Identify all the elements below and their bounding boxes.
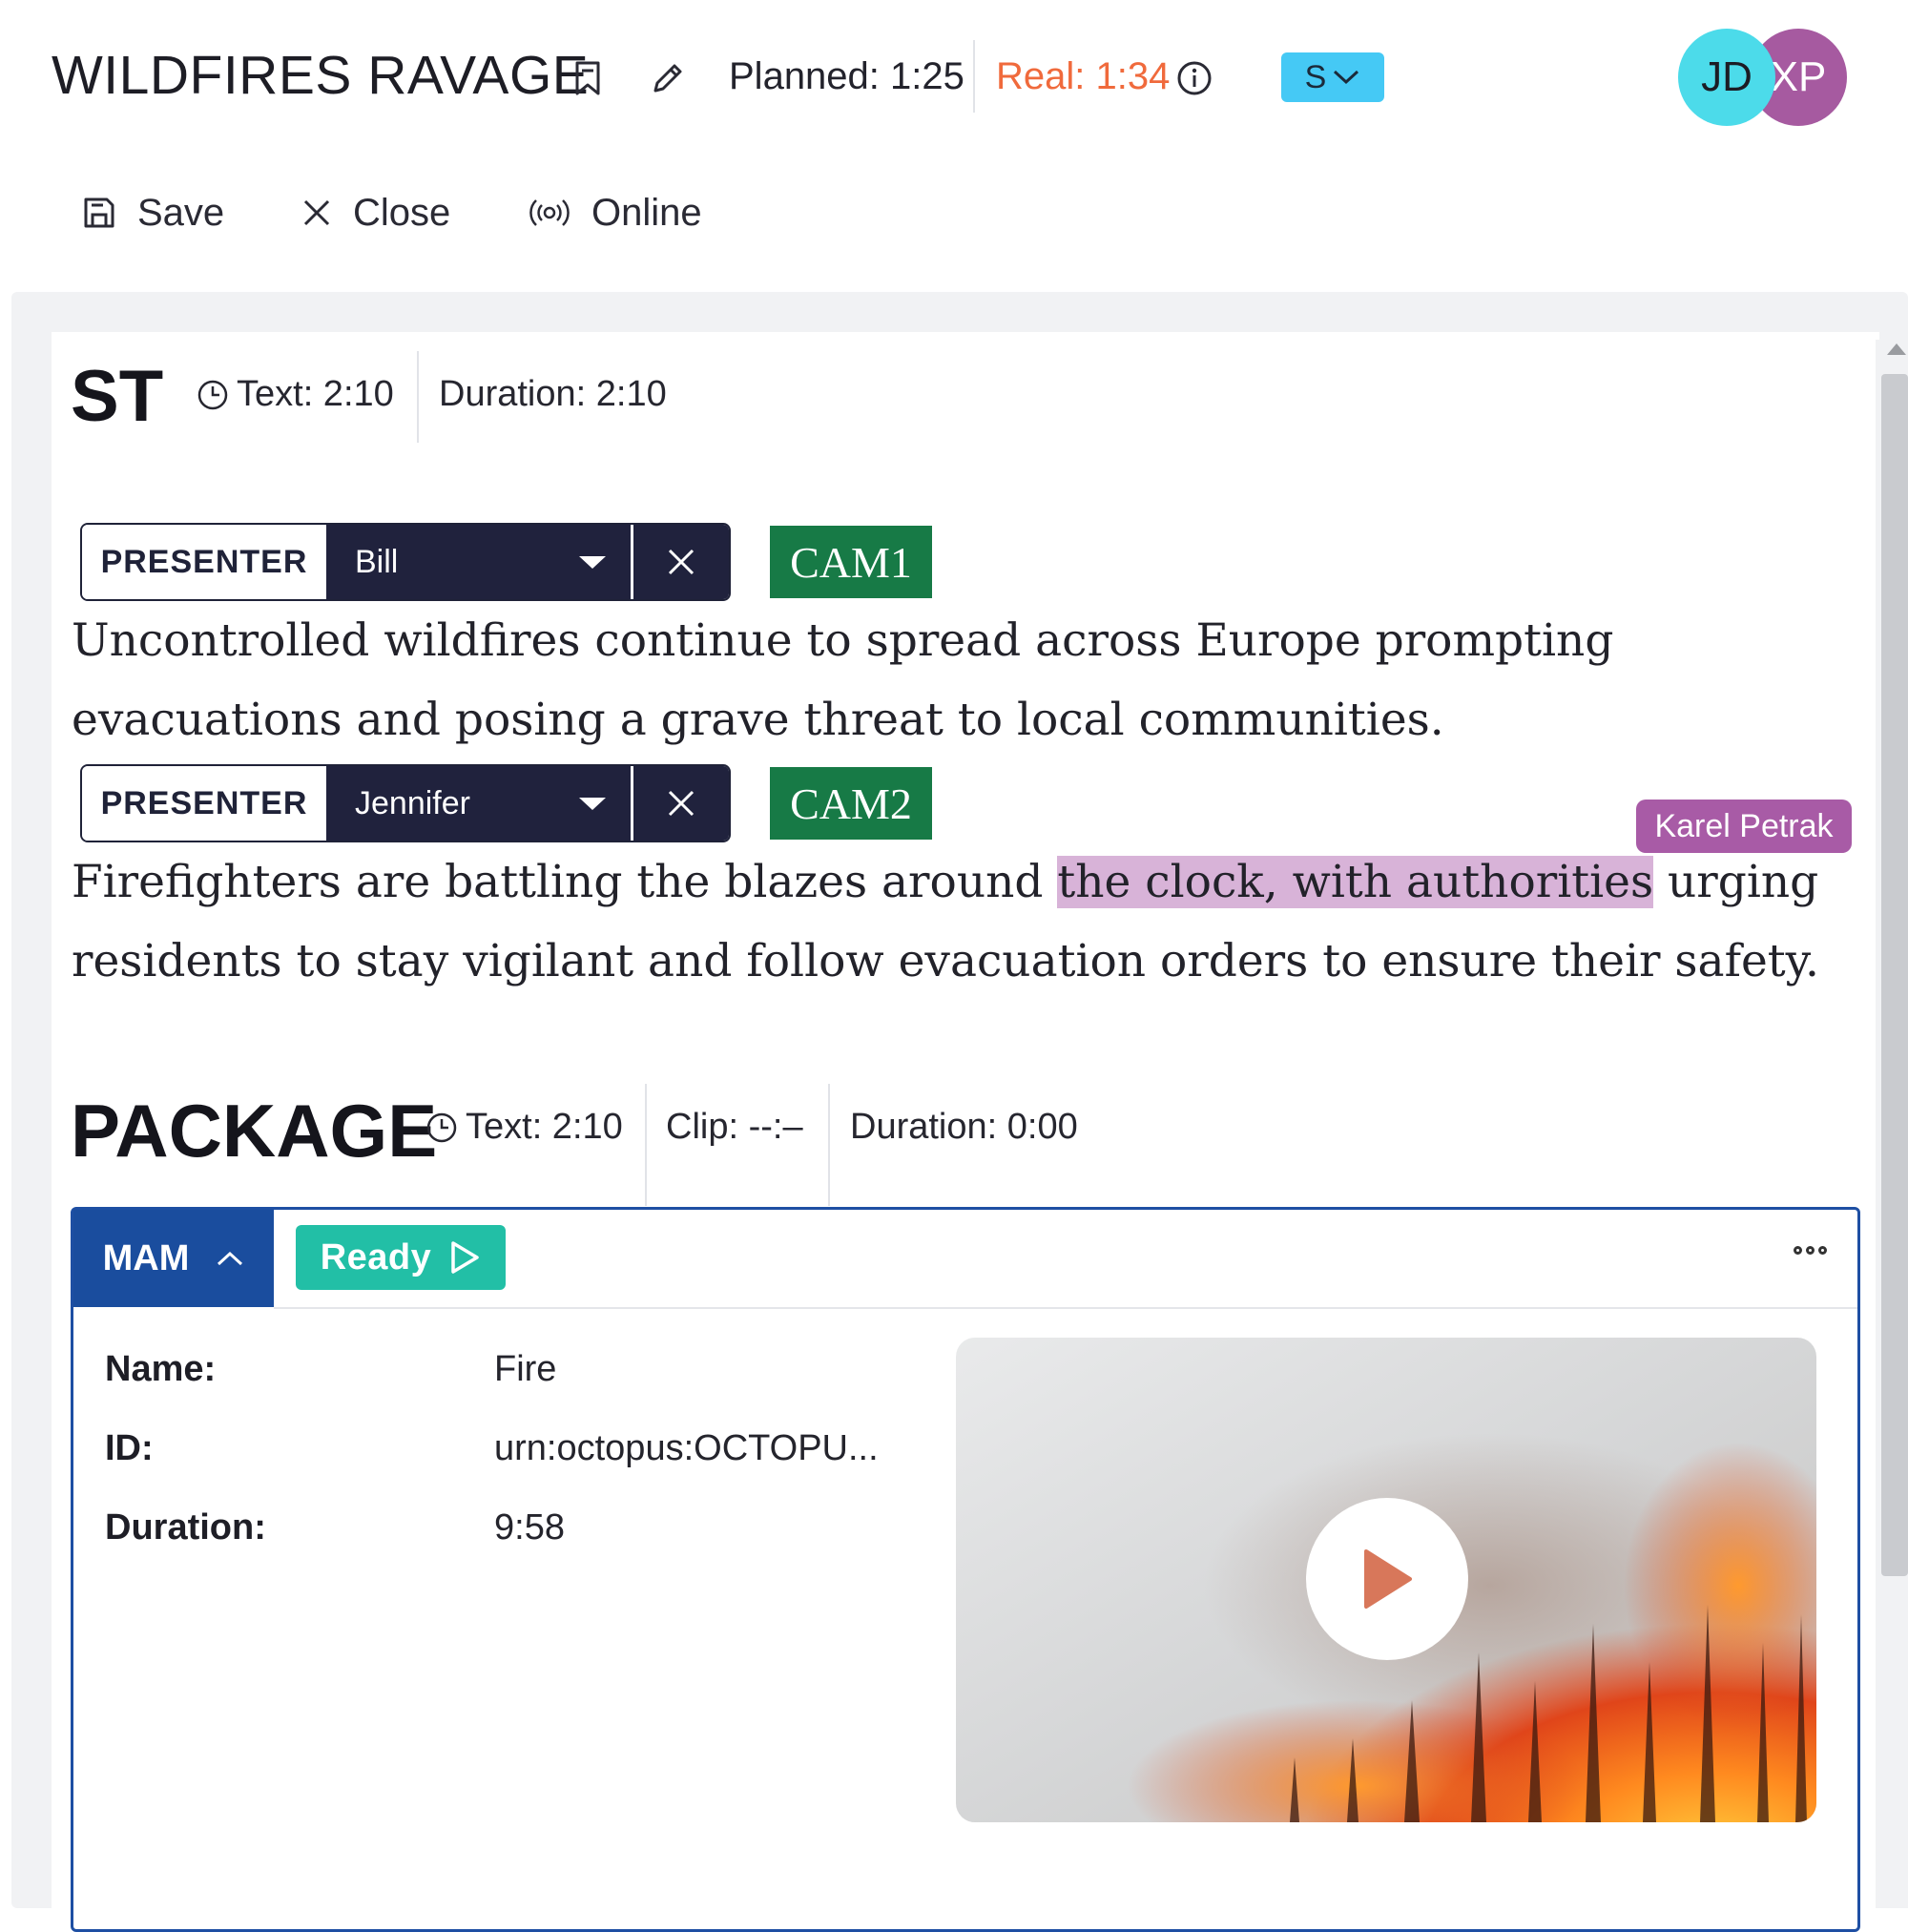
camera-tag-1[interactable]: CAM1 bbox=[770, 526, 932, 598]
mam-id-value: urn:octopus:OCTOPU... bbox=[494, 1428, 879, 1468]
status-dropdown-label: S bbox=[1304, 58, 1327, 95]
script-line[interactable]: residents to stay vigilant and follow ev… bbox=[72, 922, 1819, 1001]
clock-icon bbox=[197, 380, 228, 409]
package-meta-divider bbox=[645, 1084, 647, 1206]
mam-id-label: ID: bbox=[105, 1428, 154, 1468]
scroll-up-arrow[interactable] bbox=[1887, 343, 1906, 355]
avatar-jd[interactable]: JD bbox=[1678, 29, 1775, 126]
save-icon bbox=[84, 197, 114, 228]
chevron-down-icon bbox=[1334, 70, 1359, 85]
save-label: Save bbox=[137, 191, 225, 234]
script-line[interactable]: Uncontrolled wildfires continue to sprea… bbox=[72, 601, 1613, 680]
status-dropdown[interactable]: S bbox=[1281, 52, 1384, 102]
scrollbar-thumb[interactable] bbox=[1881, 374, 1908, 1576]
play-outline-icon bbox=[451, 1241, 480, 1274]
mam-name-value: Fire bbox=[494, 1349, 557, 1389]
clock-icon bbox=[426, 1112, 457, 1142]
ready-status-button[interactable]: Ready bbox=[296, 1225, 506, 1290]
play-video-button[interactable] bbox=[1306, 1498, 1468, 1660]
mam-tab-label: MAM bbox=[102, 1237, 190, 1278]
play-icon bbox=[1364, 1549, 1412, 1609]
package-text-time: Text: 2:10 bbox=[425, 1107, 623, 1148]
mam-name-label: Name: bbox=[105, 1349, 217, 1389]
presenter-selector-2[interactable]: PRESENTER Jennifer bbox=[80, 764, 731, 842]
script-line[interactable]: Firefighters are battling the blazes aro… bbox=[72, 842, 1818, 922]
chevron-up-icon bbox=[218, 1251, 243, 1266]
presenter-name: Bill bbox=[355, 543, 399, 580]
st-duration: Duration: 2:10 bbox=[439, 374, 667, 414]
presenter-selector-1[interactable]: PRESENTER Bill bbox=[80, 523, 731, 601]
bookmark-icon[interactable] bbox=[565, 55, 611, 101]
script-line[interactable]: evacuations and posing a grave threat to… bbox=[72, 680, 1444, 759]
close-label: Close bbox=[353, 191, 451, 234]
remove-presenter-button[interactable] bbox=[633, 766, 729, 841]
st-section-title: ST bbox=[71, 356, 164, 437]
broadcast-icon bbox=[529, 199, 570, 226]
story-title: WILDFIRES RAVAGE bbox=[52, 45, 590, 106]
presenter-role-label: PRESENTER bbox=[82, 525, 326, 599]
st-meta-divider bbox=[417, 351, 419, 443]
presenter-dropdown[interactable]: Jennifer bbox=[326, 766, 633, 841]
package-meta-divider bbox=[828, 1084, 830, 1206]
mam-duration-value: 9:58 bbox=[494, 1507, 565, 1548]
package-duration: Duration: 0:00 bbox=[850, 1107, 1078, 1147]
real-duration: Real: 1:34 bbox=[996, 55, 1171, 97]
more-icon[interactable] bbox=[1794, 1246, 1827, 1255]
remove-icon bbox=[668, 549, 695, 575]
presenter-dropdown[interactable]: Bill bbox=[326, 525, 633, 599]
pencil-icon[interactable] bbox=[645, 55, 691, 101]
ready-label: Ready bbox=[320, 1236, 432, 1278]
caret-down-icon bbox=[579, 555, 606, 569]
info-icon[interactable] bbox=[1172, 55, 1217, 101]
remove-icon bbox=[668, 790, 695, 817]
package-clip: Clip: --:– bbox=[666, 1107, 803, 1147]
mam-tab[interactable]: MAM bbox=[73, 1210, 274, 1307]
st-text-time: Text: 2:10 bbox=[197, 374, 394, 415]
close-button[interactable]: Close bbox=[301, 189, 450, 237]
package-section-title: PACKAGE bbox=[71, 1089, 438, 1173]
mam-duration-label: Duration: bbox=[105, 1507, 266, 1548]
presenter-name: Jennifer bbox=[355, 784, 470, 821]
header-divider bbox=[973, 40, 975, 113]
save-button[interactable]: Save bbox=[82, 189, 224, 237]
camera-tag-2[interactable]: CAM2 bbox=[770, 767, 932, 840]
caret-down-icon bbox=[579, 797, 606, 810]
online-label: Online bbox=[591, 191, 702, 234]
close-icon bbox=[303, 199, 330, 226]
remove-presenter-button[interactable] bbox=[633, 525, 729, 599]
online-button[interactable]: Online bbox=[529, 189, 702, 237]
presenter-role-label: PRESENTER bbox=[82, 766, 326, 841]
planned-duration: Planned: 1:25 bbox=[729, 55, 964, 97]
mam-header-divider bbox=[274, 1307, 1857, 1309]
collaborator-highlight[interactable]: the clock, with authorities bbox=[1057, 856, 1654, 908]
